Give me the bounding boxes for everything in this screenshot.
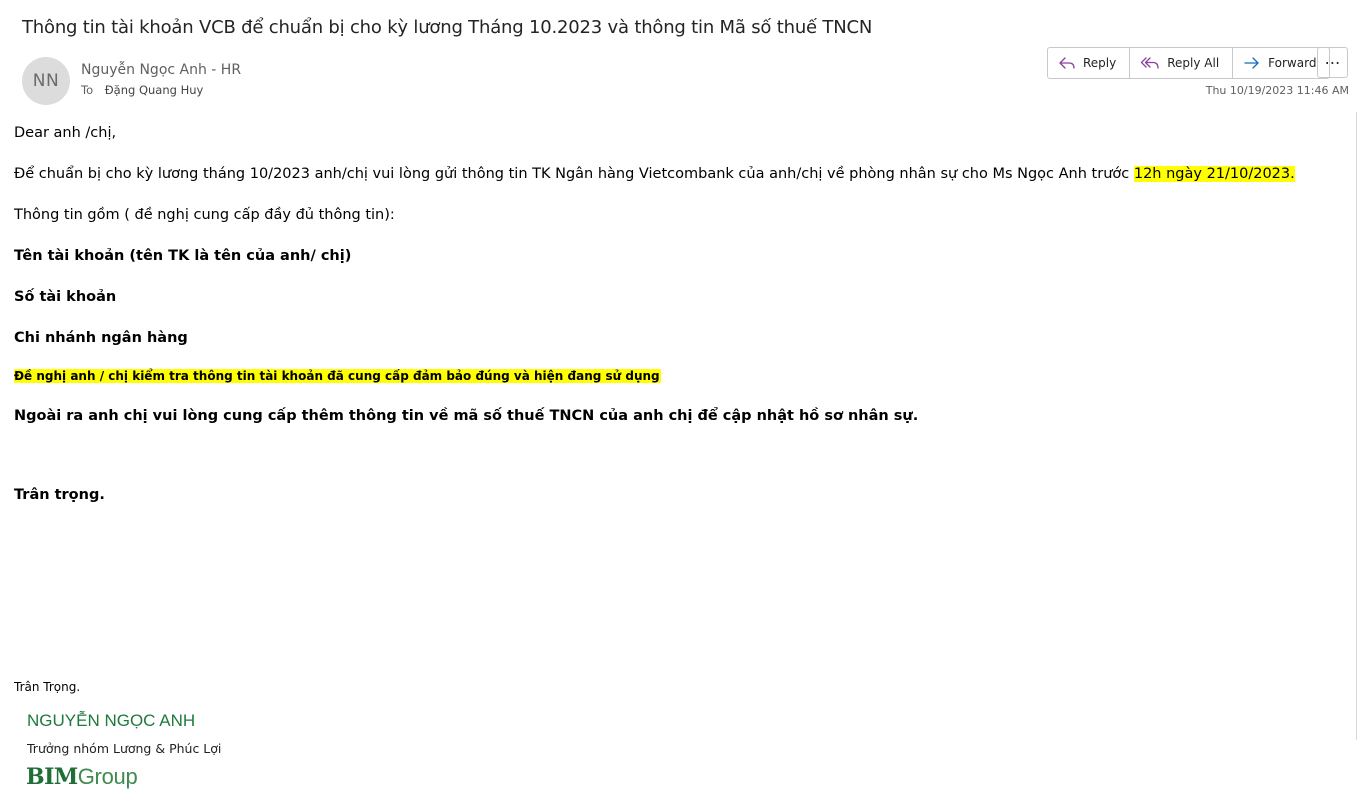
logo-text-group: Group [77, 764, 138, 789]
reply-arrow-icon [1058, 55, 1076, 71]
field-account-number: Số tài khoản [14, 289, 117, 305]
sender-name[interactable]: Nguyễn Ngọc Anh - HR [81, 62, 241, 78]
email-subject: Thông tin tài khoản VCB để chuẩn bị cho … [22, 17, 873, 38]
sent-date: Thu 10/19/2023 11:46 AM [1205, 84, 1349, 97]
signature-name: NGUYỄN NGỌC ANH [27, 711, 196, 730]
sender-avatar[interactable]: NN [22, 57, 70, 105]
message-actions: Reply Reply All Forward [1047, 47, 1331, 79]
email-reading-pane: Thông tin tài khoản VCB để chuẩn bị cho … [0, 0, 1360, 805]
recipient-name[interactable]: Đặng Quang Huy [105, 83, 204, 97]
more-actions-button[interactable]: ⋯ [1317, 47, 1348, 78]
deadline-highlight: 12h ngày 21/10/2023. [1133, 166, 1295, 182]
company-logo: BIM Group [26, 764, 138, 790]
verification-note: Đề nghị anh / chị kiểm tra thông tin tài… [14, 369, 661, 383]
info-intro: Thông tin gồm ( đề nghị cung cấp đầy đủ … [14, 207, 395, 223]
forward-label: Forward [1268, 56, 1317, 70]
vertical-scrollbar[interactable] [1356, 112, 1360, 740]
request-paragraph: Để chuẩn bị cho kỳ lương tháng 10/2023 a… [14, 166, 1295, 182]
reply-label: Reply [1083, 56, 1117, 70]
signature-role: Trưởng nhóm Lương & Phúc Lợi [27, 741, 222, 756]
field-bank-branch: Chi nhánh ngân hàng [14, 330, 188, 346]
to-label: To [81, 83, 94, 97]
reply-button[interactable]: Reply [1048, 48, 1131, 78]
request-text: Để chuẩn bị cho kỳ lương tháng 10/2023 a… [14, 166, 1134, 182]
greeting: Dear anh /chị, [14, 125, 117, 141]
tax-code-request: Ngoài ra anh chị vui lòng cung cấp thêm … [14, 408, 919, 424]
reply-all-label: Reply All [1167, 56, 1220, 70]
signature-closing: Trân Trọng. [14, 680, 81, 694]
recipient-line: To Đặng Quang Huy [81, 83, 203, 97]
reply-all-button[interactable]: Reply All [1130, 48, 1234, 78]
field-account-name: Tên tài khoản (tên TK là tên của anh/ ch… [14, 248, 352, 264]
forward-arrow-icon [1243, 55, 1261, 71]
reply-all-arrow-icon [1140, 55, 1160, 71]
forward-button[interactable]: Forward [1233, 48, 1329, 78]
more-dots-icon: ⋯ [1324, 53, 1341, 72]
closing-line: Trân trọng. [14, 487, 105, 503]
logo-text-bim: BIM [26, 764, 78, 790]
